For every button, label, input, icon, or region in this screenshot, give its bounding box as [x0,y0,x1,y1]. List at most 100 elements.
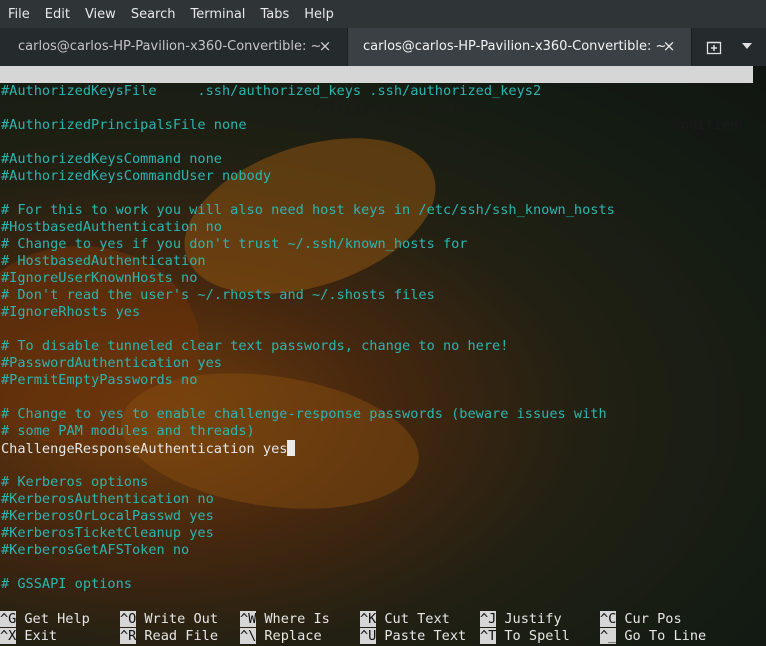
shortcut-label: Cut Text [384,611,450,627]
shortcut-cut-text[interactable]: ^K Cut Text [360,611,450,628]
editor-line[interactable]: #PermitEmptyPasswords no [1,372,753,389]
line-text: # Change to yes if you don't trust ~/.ss… [1,236,468,252]
shortcut-key: ^X [0,628,17,644]
editor-line[interactable]: #AuthorizedKeysCommandUser nobody [1,168,753,185]
chevron-down-icon[interactable] [742,43,752,49]
editor-line[interactable] [1,134,753,151]
tab-terminal-1[interactable]: carlos@carlos-HP-Pavilion-x360-Convertib… [0,28,347,66]
editor-line[interactable]: # Change to yes to enable challenge-resp… [1,406,753,423]
editor-line[interactable]: # To disable tunneled clear text passwor… [1,338,753,355]
shortcut-read-file[interactable]: ^R Read File [120,628,218,645]
line-text: # To disable tunneled clear text passwor… [1,338,509,354]
close-icon[interactable]: × [661,36,677,56]
new-tab-icon[interactable] [706,39,722,55]
editor-line[interactable] [1,389,753,406]
editor-line[interactable]: #AuthorizedKeysCommand none [1,151,753,168]
tab-title: carlos@carlos-HP-Pavilion-x360-Convertib… [363,39,667,54]
shortcut-replace[interactable]: ^\ Replace [240,628,322,645]
line-text: #KerberosTicketCleanup yes [1,525,214,541]
terminal-view[interactable]: GNU nano 4.8 /etc/ssh/sshd_config Modifi… [0,66,766,646]
editor-line[interactable]: #AuthorizedPrincipalsFile none [1,117,753,134]
line-text: #AuthorizedKeysCommandUser nobody [1,168,272,184]
nano-title-bar: GNU nano 4.8 /etc/ssh/sshd_config Modifi… [0,66,753,133]
menu-help[interactable]: Help [304,7,334,22]
shortcut-key: ^J [480,611,497,627]
shortcut-key: ^C [600,611,617,627]
menu-edit[interactable]: Edit [45,7,70,22]
editor-line[interactable]: ChallengeResponseAuthentication yes [1,440,753,457]
line-text: #KerberosAuthentication no [1,491,214,507]
shortcut-to-spell[interactable]: ^T To Spell [480,628,570,645]
tab-terminal-2[interactable]: carlos@carlos-HP-Pavilion-x360-Convertib… [347,28,692,66]
editor-line[interactable]: # For this to work you will also need ho… [1,202,753,219]
editor-line[interactable]: # Change to yes if you don't trust ~/.ss… [1,236,753,253]
shortcut-where-is[interactable]: ^W Where Is [240,611,330,628]
line-text: ChallengeResponseAuthentication yes [1,441,288,457]
line-text: # HostbasedAuthentication [1,253,206,269]
editor-line[interactable]: # HostbasedAuthentication [1,253,753,270]
menu-bar: File Edit View Search Terminal Tabs Help [0,0,766,28]
shortcut-key: ^O [120,611,137,627]
shortcut-label: Where Is [264,611,330,627]
editor-line[interactable]: #KerberosOrLocalPasswd yes [1,508,753,525]
shortcut-label: Get Help [24,611,90,627]
editor-line[interactable]: #AuthorizedKeysFile .ssh/authorized_keys… [1,83,753,100]
editor-line[interactable]: #KerberosAuthentication no [1,491,753,508]
text-cursor [287,440,296,456]
editor-line[interactable]: #IgnoreRhosts yes [1,304,753,321]
editor-line[interactable] [1,559,753,576]
shortcut-label: Go To Line [624,628,707,644]
editor-line[interactable]: # GSSAPI options [1,576,753,593]
shortcut-paste-text[interactable]: ^U Paste Text [360,628,466,645]
shortcut-cur-pos[interactable]: ^C Cur Pos [600,611,682,628]
menu-view[interactable]: View [85,7,116,22]
shortcut-key: ^\ [240,628,257,644]
menu-search[interactable]: Search [131,7,176,22]
shortcut-label: Exit [24,628,58,644]
shortcut-label: Paste Text [384,628,467,644]
editor-line[interactable]: # Don't read the user's ~/.rhosts and ~/… [1,287,753,304]
line-text: # Change to yes to enable challenge-resp… [1,406,607,422]
editor-buffer[interactable]: #AuthorizedKeysFile .ssh/authorized_keys… [1,83,753,593]
shortcut-get-help[interactable]: ^G Get Help [0,611,90,628]
editor-line[interactable]: # some PAM modules and threads) [1,423,753,440]
shortcut-justify[interactable]: ^J Justify [480,611,562,628]
line-text: # Kerberos options [1,474,149,490]
line-text: #PermitEmptyPasswords no [1,372,198,388]
editor-line[interactable]: #IgnoreUserKnownHosts no [1,270,753,287]
line-text: #HostbasedAuthentication no [1,219,222,235]
editor-line[interactable]: #HostbasedAuthentication no [1,219,753,236]
tab-bar: carlos@carlos-HP-Pavilion-x360-Convertib… [0,28,766,66]
editor-line[interactable]: # Kerberos options [1,474,753,491]
tab-actions [692,28,766,66]
shortcut-key: ^K [360,611,377,627]
line-text: # GSSAPI options [1,576,132,592]
shortcut-row: ^G Get Help ^O Write Out ^W Where Is ^K Cut Tex… [0,611,766,628]
shortcut-label: Read File [144,628,219,644]
shortcut-go-to-line[interactable]: ^_ Go To Line [600,628,706,645]
editor-line[interactable] [1,457,753,474]
line-text: #AuthorizedKeysCommand none [1,151,222,167]
menu-file[interactable]: File [8,7,30,22]
editor-line[interactable] [1,185,753,202]
line-text: # For this to work you will also need ho… [1,202,615,218]
editor-line[interactable] [1,100,753,117]
close-icon[interactable]: × [317,36,333,56]
shortcut-write-out[interactable]: ^O Write Out [120,611,218,628]
line-text: # Don't read the user's ~/.rhosts and ~/… [1,287,435,303]
line-text: #AuthorizedPrincipalsFile none [1,117,247,133]
editor-line[interactable] [1,321,753,338]
shortcut-exit[interactable]: ^X Exit [0,628,57,645]
shortcut-label: Write Out [144,611,219,627]
editor-line[interactable]: #PasswordAuthentication yes [1,355,753,372]
shortcut-row: ^X Exit ^R Read File ^\ Replace ^U Paste Text ^T… [0,628,766,645]
menu-tabs[interactable]: Tabs [260,7,289,22]
editor-line[interactable]: #KerberosGetAFSToken no [1,542,753,559]
line-text: #IgnoreUserKnownHosts no [1,270,198,286]
shortcut-key: ^G [0,611,17,627]
shortcut-label: To Spell [504,628,570,644]
editor-line[interactable]: #KerberosTicketCleanup yes [1,525,753,542]
shortcut-key: ^R [120,628,137,644]
menu-terminal[interactable]: Terminal [190,7,245,22]
line-text: #IgnoreRhosts yes [1,304,141,320]
